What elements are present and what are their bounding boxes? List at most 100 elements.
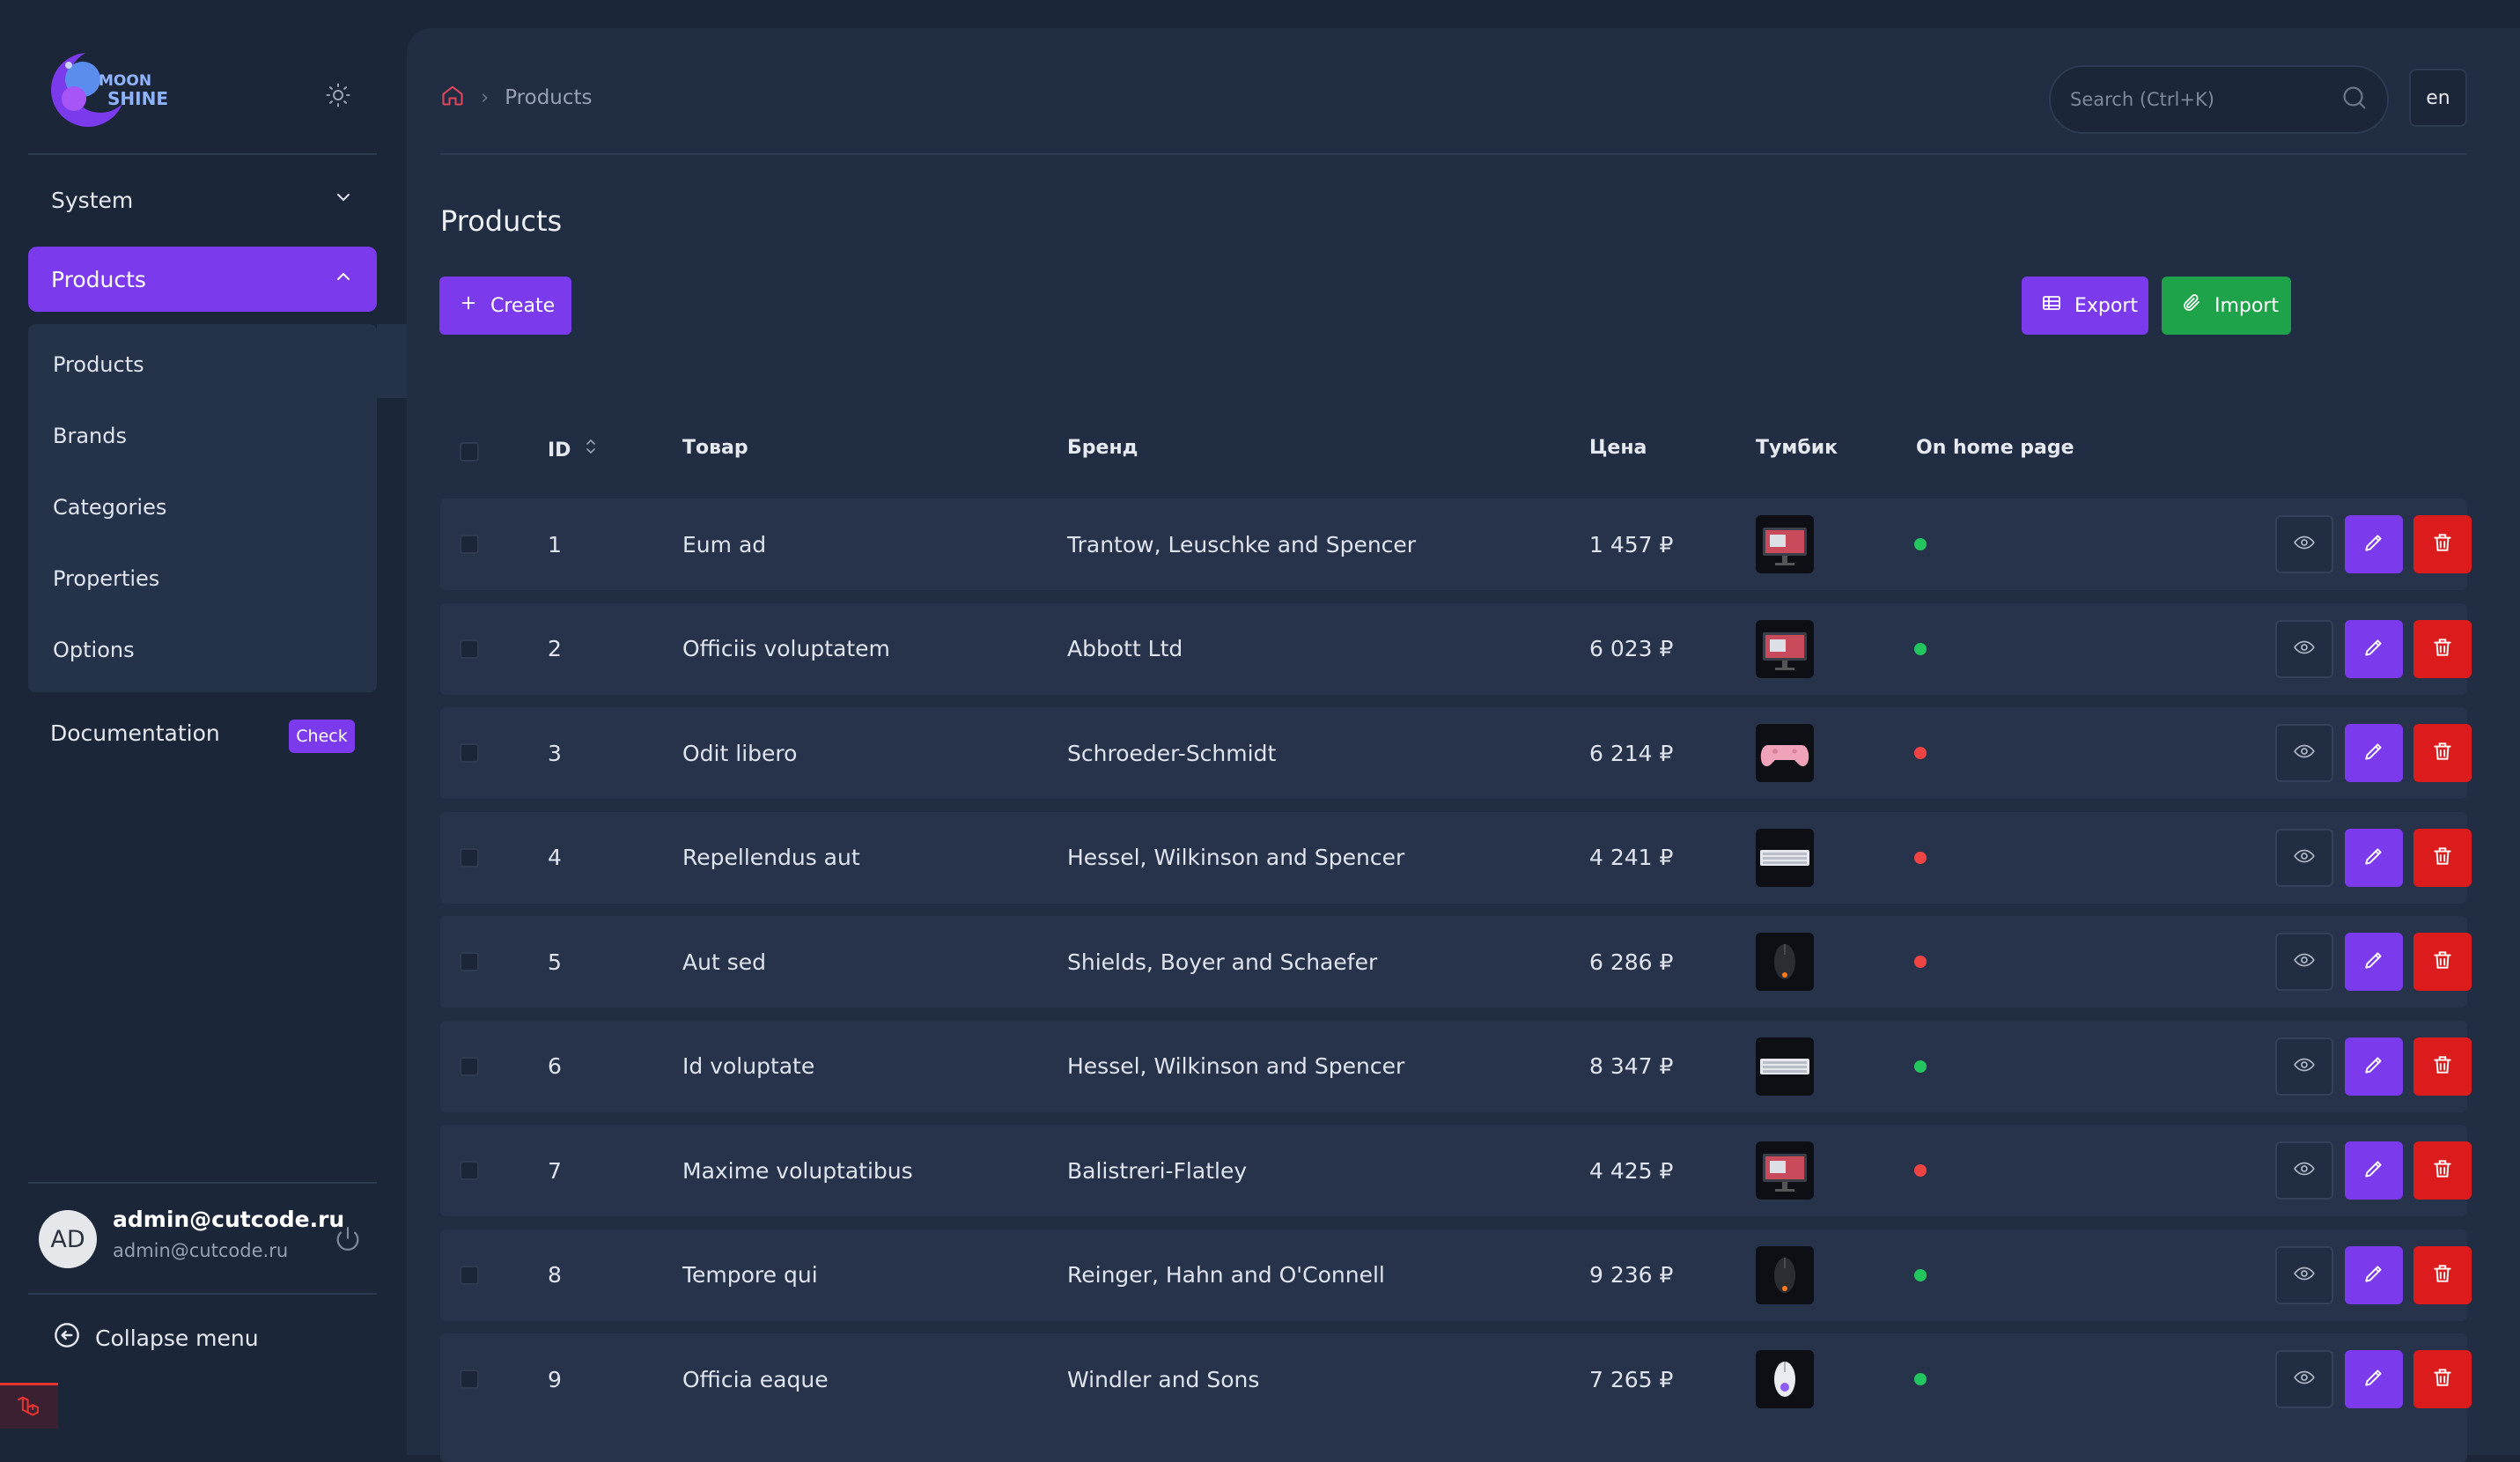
submenu-item-options[interactable]: Options: [53, 638, 135, 662]
import-button-label: Import: [2214, 294, 2280, 317]
logout-power-icon[interactable]: [329, 1221, 366, 1258]
edit-button[interactable]: [2345, 619, 2403, 678]
status-dot-on: [1914, 538, 1927, 550]
cell-thumbnail[interactable]: [1756, 498, 1814, 590]
breadcrumb: › Products: [440, 83, 593, 113]
delete-button[interactable]: [2413, 828, 2472, 887]
cell-brand: Hessel, Wilkinson and Spencer: [1067, 845, 1405, 870]
edit-button[interactable]: [2345, 1245, 2403, 1304]
table-row[interactable]: 2 Officiis voluptatem Abbott Ltd 6 023 ₽: [440, 602, 2472, 695]
edit-button[interactable]: [2345, 1141, 2403, 1200]
language-switcher[interactable]: en: [2409, 69, 2467, 127]
cell-thumbnail[interactable]: [1756, 1229, 1814, 1321]
row-checkbox[interactable]: [460, 707, 479, 799]
edit-button[interactable]: [2345, 724, 2403, 782]
submenu-item-categories[interactable]: Categories: [53, 495, 166, 520]
search-icon[interactable]: [2339, 83, 2369, 116]
table-row[interactable]: 8 Tempore qui Reinger, Hahn and O'Connell 9…: [440, 1229, 2472, 1321]
product-thumbnail-image[interactable]: [1756, 515, 1814, 573]
product-thumbnail-image[interactable]: [1756, 619, 1814, 678]
cell-thumbnail[interactable]: [1756, 1021, 1814, 1112]
menu-group-system[interactable]: System: [28, 167, 377, 233]
row-checkbox[interactable]: [460, 1125, 479, 1216]
delete-button[interactable]: [2413, 724, 2472, 782]
column-header-id[interactable]: ID: [548, 437, 597, 461]
table-row[interactable]: 1 Eum ad Trantow, Leuschke and Spencer 1 45…: [440, 498, 2472, 590]
create-button[interactable]: Create: [439, 277, 571, 335]
delete-button[interactable]: [2413, 1245, 2472, 1304]
table-row[interactable]: 3 Odit libero Schroeder-Schmidt 6 214 ₽: [440, 707, 2472, 799]
edit-button[interactable]: [2345, 933, 2403, 991]
row-checkbox[interactable]: [460, 1229, 479, 1321]
cell-id: 1: [548, 531, 562, 557]
row-checkbox[interactable]: [460, 812, 479, 904]
table-row[interactable]: 4 Repellendus aut Hessel, Wilkinson and Sp…: [440, 811, 2472, 904]
view-button[interactable]: [2275, 515, 2333, 573]
view-button[interactable]: [2275, 828, 2333, 887]
export-button[interactable]: Export: [2022, 277, 2148, 335]
product-thumbnail-image[interactable]: [1756, 828, 1814, 887]
documentation-link[interactable]: Documentation: [50, 720, 220, 746]
moonshine-logo[interactable]: MOON SHINE: [48, 46, 188, 134]
row-checkbox[interactable]: [460, 1021, 479, 1112]
submenu-item-products[interactable]: Products: [53, 352, 144, 377]
sort-icon[interactable]: [585, 439, 597, 461]
import-button[interactable]: Import: [2162, 277, 2291, 335]
edit-button[interactable]: [2345, 1350, 2403, 1408]
product-thumbnail-image[interactable]: [1756, 724, 1814, 782]
product-thumbnail-image[interactable]: [1756, 1245, 1814, 1304]
submenu-active-connector: [377, 324, 410, 398]
product-thumbnail-image[interactable]: [1756, 1037, 1814, 1096]
delete-button[interactable]: [2413, 515, 2472, 573]
submenu-item-properties[interactable]: Properties: [53, 566, 159, 591]
cell-thumbnail[interactable]: [1756, 603, 1814, 695]
menu-group-products[interactable]: Products: [28, 247, 377, 312]
collapse-menu-button[interactable]: Collapse menu: [53, 1321, 259, 1355]
product-thumbnail-image[interactable]: [1756, 1350, 1814, 1408]
view-button[interactable]: [2275, 1037, 2333, 1096]
edit-button[interactable]: [2345, 515, 2403, 573]
edit-button[interactable]: [2345, 828, 2403, 887]
view-button[interactable]: [2275, 1141, 2333, 1200]
chevron-right-icon: ›: [481, 86, 490, 109]
view-button[interactable]: [2275, 1245, 2333, 1304]
documentation-check-badge[interactable]: Check: [289, 720, 355, 753]
search-box[interactable]: [2049, 65, 2389, 134]
delete-button[interactable]: [2413, 1037, 2472, 1096]
logo-text-line1: MOON: [99, 72, 152, 90]
table-row[interactable]: 6 Id voluptate Hessel, Wilkinson and Spenc…: [440, 1020, 2472, 1112]
view-button[interactable]: [2275, 1350, 2333, 1408]
cell-thumbnail[interactable]: [1756, 812, 1814, 904]
sidebar: MOON SHINE System Products Products Bran…: [0, 0, 410, 1429]
cell-home-status: [1914, 707, 1927, 799]
submenu-item-brands[interactable]: Brands: [53, 424, 127, 448]
row-checkbox[interactable]: [460, 603, 479, 695]
cell-price: 1 457 ₽: [1589, 531, 1674, 557]
theme-toggle-sun-icon[interactable]: [321, 78, 356, 113]
delete-button[interactable]: [2413, 1141, 2472, 1200]
cell-thumbnail[interactable]: [1756, 916, 1814, 1008]
delete-button[interactable]: [2413, 619, 2472, 678]
table-row[interactable]: 7 Maxime voluptatibus Balistreri-Flatley 4 …: [440, 1125, 2472, 1216]
table-row[interactable]: 5 Aut sed Shields, Boyer and Schaefer 6 286…: [440, 916, 2472, 1008]
avatar[interactable]: AD: [39, 1210, 97, 1268]
cell-thumbnail[interactable]: [1756, 1125, 1814, 1216]
row-checkbox[interactable]: [460, 916, 479, 1008]
edit-button[interactable]: [2345, 1037, 2403, 1096]
cell-thumbnail[interactable]: [1756, 707, 1814, 799]
view-button[interactable]: [2275, 933, 2333, 991]
home-icon[interactable]: [440, 83, 465, 113]
view-button[interactable]: [2275, 619, 2333, 678]
search-input[interactable]: [2068, 88, 2332, 111]
view-button[interactable]: [2275, 724, 2333, 782]
delete-button[interactable]: [2413, 1350, 2472, 1408]
delete-button[interactable]: [2413, 933, 2472, 991]
select-all-checkbox[interactable]: [460, 442, 479, 461]
cell-price: 9 236 ₽: [1589, 1262, 1674, 1288]
row-checkbox[interactable]: [460, 498, 479, 590]
product-thumbnail-image[interactable]: [1756, 1141, 1814, 1200]
product-thumbnail-image[interactable]: [1756, 933, 1814, 991]
cell-product: Aut sed: [682, 949, 766, 975]
cell-price: 4 241 ₽: [1589, 845, 1674, 870]
laravel-debug-icon[interactable]: [0, 1383, 58, 1429]
